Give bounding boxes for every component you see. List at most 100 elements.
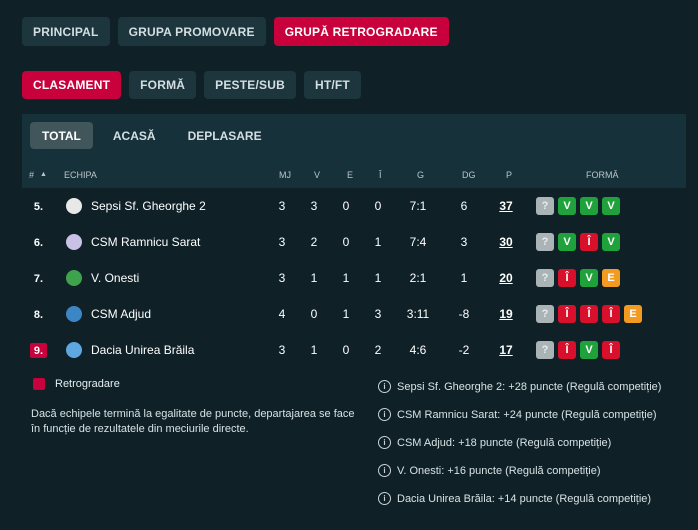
form-badge-next[interactable]: ? bbox=[536, 197, 554, 215]
cell-mj: 4 bbox=[278, 307, 286, 321]
form-badge-win[interactable]: V bbox=[602, 233, 620, 251]
relegation-legend-swatch bbox=[33, 378, 45, 390]
tab-principal[interactable]: PRINCIPAL bbox=[22, 17, 110, 46]
cell-e: 0 bbox=[342, 235, 350, 249]
team-logo[interactable] bbox=[66, 306, 82, 322]
tab-ht-ft[interactable]: HT/FT bbox=[303, 71, 361, 99]
form-badge-draw[interactable]: E bbox=[624, 305, 642, 323]
points-adjustment-text: V. Onesti: +16 puncte (Regulă competiție… bbox=[397, 464, 601, 477]
row-position: 6. bbox=[33, 236, 44, 249]
form-badge-next[interactable]: ? bbox=[536, 233, 554, 251]
form-badge-next[interactable]: ? bbox=[536, 341, 554, 359]
team-name[interactable]: Dacia Unirea Brăila bbox=[91, 343, 194, 357]
form-badge-win[interactable]: V bbox=[602, 197, 620, 215]
info-icon: i bbox=[378, 464, 391, 477]
cell-p[interactable]: 20 bbox=[491, 271, 521, 285]
info-icon: i bbox=[378, 380, 391, 393]
form-badge-next[interactable]: ? bbox=[536, 269, 554, 287]
cell-e: 0 bbox=[342, 199, 350, 213]
form-badge-loss[interactable]: Î bbox=[602, 305, 620, 323]
form-badge-loss[interactable]: Î bbox=[558, 305, 576, 323]
form-badges: ? Î V E bbox=[536, 269, 620, 287]
header-form: FORMĂ bbox=[586, 170, 619, 180]
cell-mj: 3 bbox=[278, 271, 286, 285]
tab-grupa-retrogradare[interactable]: GRUPĂ RETROGRADARE bbox=[273, 17, 449, 46]
cell-e: 1 bbox=[342, 271, 350, 285]
header-rank[interactable]: # bbox=[29, 170, 34, 180]
tab-forma[interactable]: FORMĂ bbox=[129, 71, 197, 99]
form-badge-loss[interactable]: Î bbox=[558, 341, 576, 359]
cell-v: 1 bbox=[310, 271, 318, 285]
cell-i: 1 bbox=[374, 271, 382, 285]
form-badge-loss[interactable]: Î bbox=[558, 269, 576, 287]
table-row[interactable]: 8. CSM Adjud 4 0 1 3 3:11 -8 19? Î Î Î E bbox=[22, 296, 686, 332]
tab-clasament[interactable]: CLASAMENT bbox=[22, 71, 122, 99]
header-g: G bbox=[417, 170, 425, 180]
cell-p[interactable]: 30 bbox=[491, 235, 521, 249]
form-badges: ? V V V bbox=[536, 197, 620, 215]
cell-dg: 1 bbox=[460, 271, 468, 285]
form-badge-loss[interactable]: Î bbox=[602, 341, 620, 359]
form-badge-win[interactable]: V bbox=[558, 233, 576, 251]
team-name[interactable]: Sepsi Sf. Gheorghe 2 bbox=[91, 199, 206, 213]
form-badge-win[interactable]: V bbox=[580, 197, 598, 215]
team-logo[interactable] bbox=[66, 198, 82, 214]
team-logo[interactable] bbox=[66, 234, 82, 250]
team-logo[interactable] bbox=[66, 342, 82, 358]
cell-v: 1 bbox=[310, 343, 318, 357]
cell-i: 0 bbox=[374, 199, 382, 213]
cell-p[interactable]: 17 bbox=[491, 343, 521, 357]
cell-p[interactable]: 19 bbox=[491, 307, 521, 321]
cell-dg: 3 bbox=[460, 235, 468, 249]
points-adjustment-item: i Sepsi Sf. Gheorghe 2: +28 puncte (Regul… bbox=[378, 380, 661, 393]
info-icon: i bbox=[378, 408, 391, 421]
form-badge-next[interactable]: ? bbox=[536, 305, 554, 323]
header-dg: DG bbox=[462, 170, 476, 180]
form-badge-win[interactable]: V bbox=[558, 197, 576, 215]
sort-asc-icon[interactable]: ▲ bbox=[40, 171, 47, 178]
tiebreak-note: Dacă echipele termină la egalitate de pu… bbox=[31, 408, 355, 435]
form-badges: ? Î V Î bbox=[536, 341, 620, 359]
form-badge-loss[interactable]: Î bbox=[580, 305, 598, 323]
tab-deplasare[interactable]: DEPLASARE bbox=[176, 122, 274, 149]
cell-i: 3 bbox=[374, 307, 382, 321]
cell-g: 3:11 bbox=[406, 307, 430, 321]
cell-v: 2 bbox=[310, 235, 318, 249]
tab-peste-sub[interactable]: PESTE/SUB bbox=[204, 71, 296, 99]
team-logo[interactable] bbox=[66, 270, 82, 286]
cell-g: 7:1 bbox=[409, 199, 427, 213]
tab-acasa[interactable]: ACASĂ bbox=[101, 122, 168, 149]
view-tabs: CLASAMENT FORMĂ PESTE/SUB HT/FT bbox=[22, 71, 361, 99]
form-badge-draw[interactable]: E bbox=[602, 269, 620, 287]
team-name[interactable]: CSM Adjud bbox=[91, 307, 151, 321]
points-adjustment-text: CSM Ramnicu Sarat: +24 puncte (Regulă co… bbox=[397, 408, 657, 421]
form-badge-win[interactable]: V bbox=[580, 341, 598, 359]
form-badge-win[interactable]: V bbox=[580, 269, 598, 287]
row-position: 9. bbox=[30, 343, 47, 358]
row-position: 7. bbox=[33, 272, 44, 285]
cell-e: 1 bbox=[342, 307, 350, 321]
tab-total[interactable]: TOTAL bbox=[30, 122, 93, 149]
row-position: 5. bbox=[33, 200, 44, 213]
points-adjustment-item: i Dacia Unirea Brăila: +14 puncte (Regulă… bbox=[378, 492, 651, 505]
cell-mj: 3 bbox=[278, 343, 286, 357]
info-icon: i bbox=[378, 492, 391, 505]
cell-i: 1 bbox=[374, 235, 382, 249]
team-name[interactable]: CSM Ramnicu Sarat bbox=[91, 235, 200, 249]
points-adjustment-item: i CSM Adjud: +18 puncte (Regulă competiți… bbox=[378, 436, 611, 449]
points-adjustment-item: i CSM Ramnicu Sarat: +24 puncte (Regulă c… bbox=[378, 408, 657, 421]
header-i: Î bbox=[379, 170, 382, 180]
cell-p[interactable]: 37 bbox=[491, 199, 521, 213]
table-row[interactable]: 7. V. Onesti 3 1 1 1 2:1 1 20? Î V E bbox=[22, 260, 686, 296]
points-adjustment-text: Dacia Unirea Brăila: +14 puncte (Regulă … bbox=[397, 492, 652, 505]
cell-e: 0 bbox=[342, 343, 350, 357]
table-row[interactable]: 5. Sepsi Sf. Gheorghe 2 3 3 0 0 7:1 6 37? V V V bbox=[22, 188, 686, 224]
form-badges: ? V Î V bbox=[536, 233, 620, 251]
cell-g: 2:1 bbox=[409, 271, 427, 285]
header-team: ECHIPA bbox=[64, 170, 97, 180]
table-row[interactable]: 9. Dacia Unirea Brăila 3 1 0 2 4:6 -2 17? Î V Î bbox=[22, 332, 686, 368]
tab-grupa-promovare[interactable]: GRUPA PROMOVARE bbox=[117, 17, 266, 46]
team-name[interactable]: V. Onesti bbox=[91, 271, 139, 285]
form-badge-loss[interactable]: Î bbox=[580, 233, 598, 251]
table-row[interactable]: 6. CSM Ramnicu Sarat 3 2 0 1 7:4 3 30? V Î V bbox=[22, 224, 686, 260]
